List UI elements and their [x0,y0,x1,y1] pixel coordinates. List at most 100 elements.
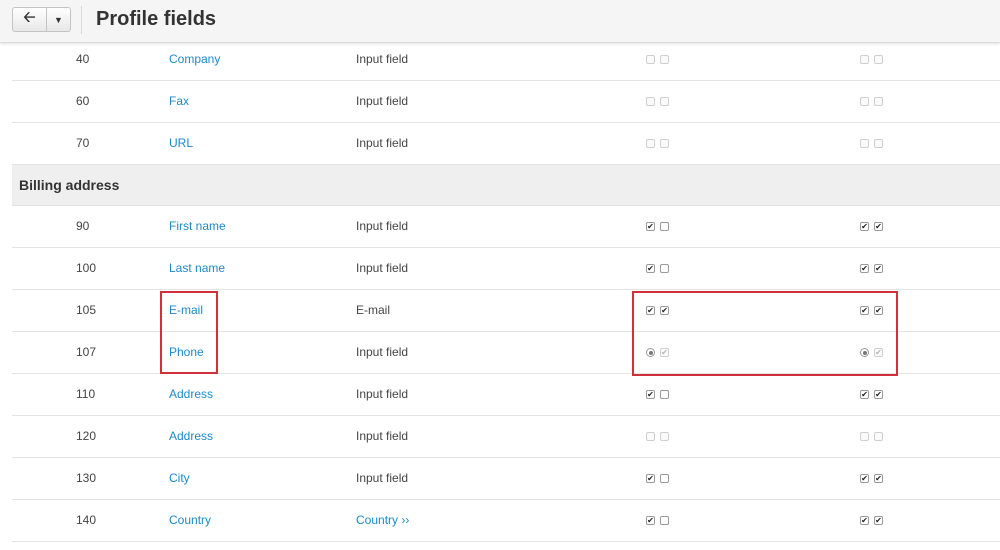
show-checkbox [646,97,655,106]
field-type: E-mail [356,303,391,317]
required-checkbox [660,55,669,64]
field-name-link[interactable]: Country [169,500,211,541]
required-checkbox [874,55,883,64]
back-button[interactable]: 🡠 [12,7,47,32]
checkout-checkbox-group [860,81,883,122]
required-checkbox[interactable] [874,222,883,231]
required-checkbox [874,348,883,357]
field-name-link[interactable]: URL [169,123,193,164]
required-checkbox[interactable] [660,390,669,399]
required-checkbox[interactable] [660,474,669,483]
radio-button[interactable] [860,348,869,357]
show-checkbox [646,139,655,148]
profile-checkbox-group [646,500,669,541]
show-checkbox [860,139,869,148]
field-name-link[interactable]: First name [169,206,226,247]
show-checkbox[interactable] [860,390,869,399]
show-checkbox[interactable] [860,222,869,231]
show-checkbox[interactable] [646,390,655,399]
field-name-link[interactable]: Fax [169,81,189,122]
nav-button-group: 🡠 ▼ [12,7,71,32]
checkout-checkbox-group [860,248,883,289]
required-checkbox[interactable] [874,306,883,315]
field-position: 105 [76,303,97,317]
page-title: Profile fields [96,8,217,30]
show-checkbox [646,432,655,441]
field-name-link[interactable]: Address [169,374,213,415]
required-checkbox[interactable] [874,390,883,399]
required-checkbox [660,97,669,106]
table-row: 120 Address Input field [12,416,1000,458]
field-position: 107 [76,345,97,359]
show-checkbox[interactable] [646,516,655,525]
required-checkbox[interactable] [660,516,669,525]
required-checkbox[interactable] [874,264,883,273]
contact-section-rows: 40 Company Input field 60 Fax Input field 70 UR… [0,39,1000,165]
field-position: 130 [76,471,97,485]
required-checkbox [874,432,883,441]
table-row: 40 Company Input field [12,39,1000,81]
toolbar: 🡠 ▼ Profile fields [0,0,1000,43]
checkout-checkbox-group [860,290,883,331]
checkout-checkbox-group [860,332,883,373]
show-checkbox[interactable] [860,516,869,525]
table-row: 70 URL Input field [12,123,1000,165]
field-name-link[interactable]: E-mail [169,290,203,331]
show-checkbox [860,97,869,106]
profile-checkbox-group [646,248,669,289]
field-name-link[interactable]: Company [169,39,220,80]
field-position: 110 [76,387,96,401]
table-row: 140 Country Country ›› [12,500,1000,542]
toolbar-divider [81,6,82,34]
field-name-link[interactable]: Address [169,416,213,457]
table-row: 90 First name Input field [12,206,1000,248]
required-checkbox[interactable] [874,516,883,525]
field-position: 90 [76,219,90,233]
section-title: Billing address [19,177,120,193]
field-type: Input field [356,136,409,150]
profile-checkbox-group [646,332,669,373]
checkout-checkbox-group [860,500,883,541]
show-checkbox[interactable] [646,306,655,315]
section-header-billing: Billing address [12,165,1000,206]
profile-checkbox-group [646,81,669,122]
profile-checkbox-group [646,39,669,80]
show-checkbox[interactable] [646,474,655,483]
nav-dropdown-button[interactable]: ▼ [47,7,71,32]
show-checkbox [860,432,869,441]
required-checkbox[interactable] [660,306,669,315]
checkout-checkbox-group [860,458,883,499]
field-name-link[interactable]: Phone [169,332,204,373]
table-row: 60 Fax Input field [12,81,1000,123]
show-checkbox [646,55,655,64]
field-position: 120 [76,429,97,443]
field-name-link[interactable]: City [169,458,190,499]
show-checkbox[interactable] [646,222,655,231]
field-type: Input field [356,52,409,66]
checkout-checkbox-group [860,123,883,164]
field-type: Input field [356,471,409,485]
show-checkbox[interactable] [860,306,869,315]
profile-fields-table: 40 Company Input field 60 Fax Input field 70 UR… [0,39,1000,542]
table-row: 100 Last name Input field [12,248,1000,290]
required-checkbox [660,139,669,148]
show-checkbox[interactable] [860,474,869,483]
field-name-link[interactable]: Last name [169,248,225,289]
profile-checkbox-group [646,123,669,164]
table-row: 130 City Input field [12,458,1000,500]
profile-checkbox-group [646,374,669,415]
field-type: Input field [356,94,409,108]
radio-button[interactable] [646,348,655,357]
required-checkbox[interactable] [874,474,883,483]
field-position: 100 [76,261,97,275]
required-checkbox[interactable] [660,264,669,273]
field-type-link[interactable]: Country ›› [356,500,409,541]
required-checkbox[interactable] [660,222,669,231]
field-type: Input field [356,261,409,275]
field-type: Input field [356,345,409,359]
profile-checkbox-group [646,458,669,499]
show-checkbox[interactable] [860,264,869,273]
field-position: 60 [76,94,90,108]
show-checkbox[interactable] [646,264,655,273]
billing-section-rows: 90 First name Input field 100 Last name Input… [0,206,1000,542]
